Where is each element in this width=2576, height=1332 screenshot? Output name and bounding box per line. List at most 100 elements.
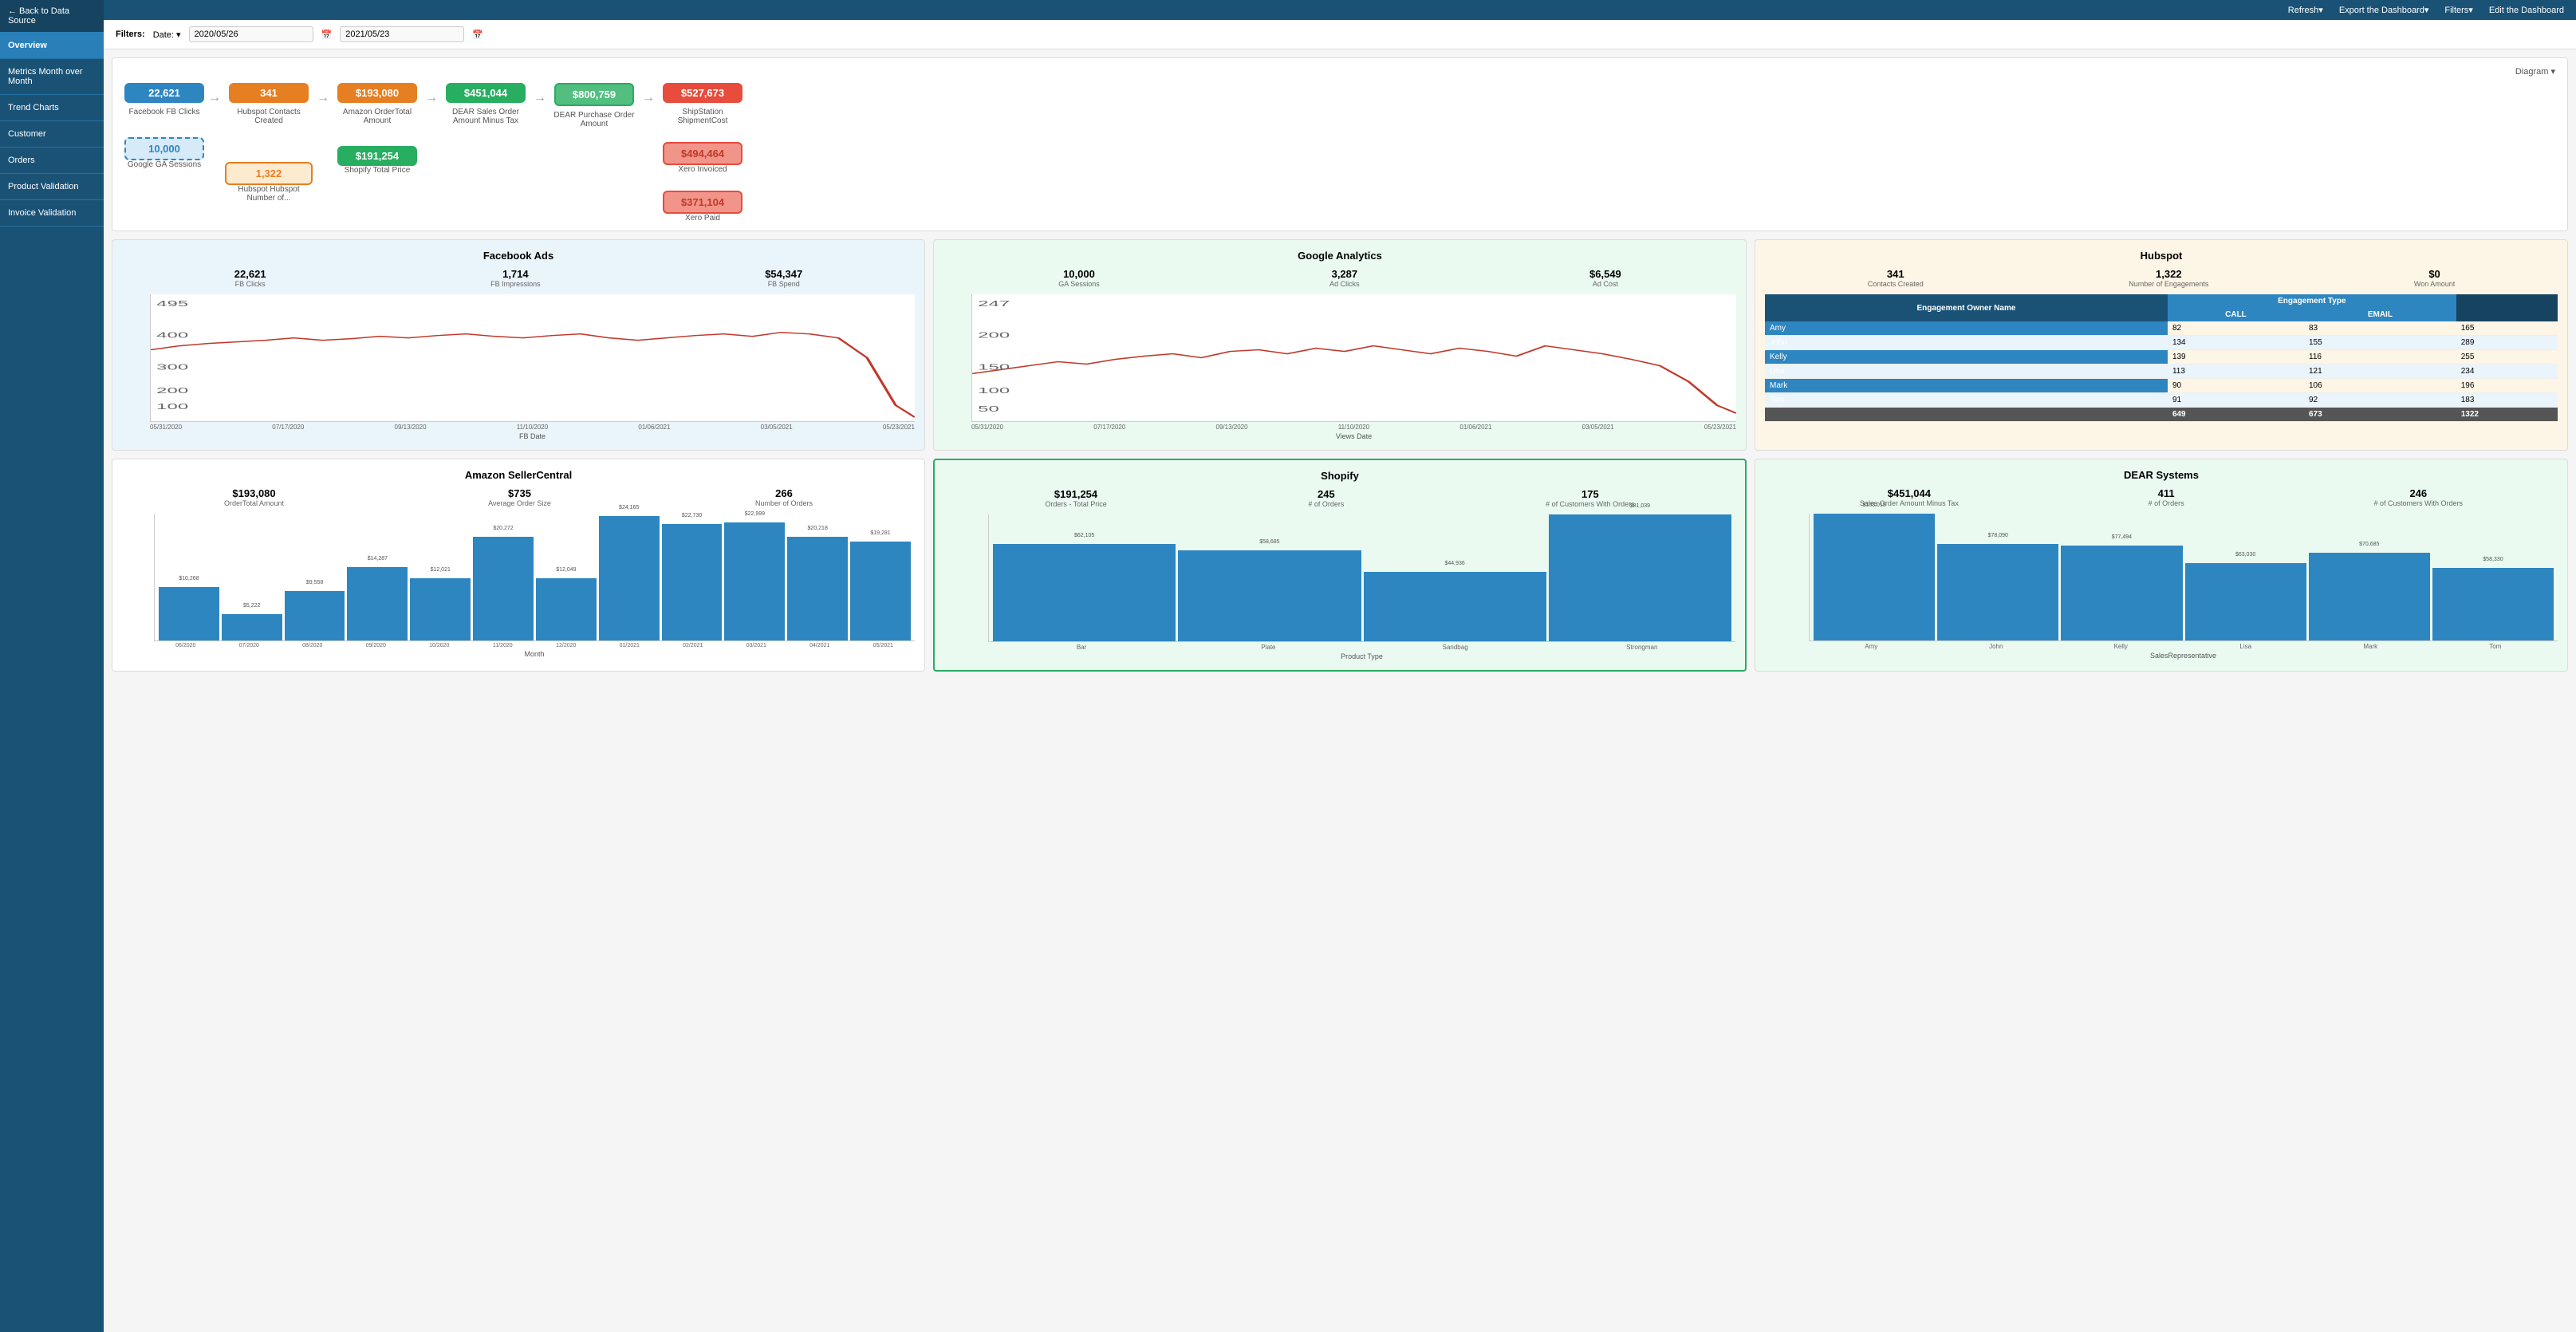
hubspot-title: Hubspot: [1765, 250, 2558, 262]
bar-item: $77,494: [2061, 546, 2182, 640]
shopify-price-metric: $191,254 Orders - Total Price: [1045, 488, 1106, 508]
row-total-tom: 183: [2456, 393, 2558, 408]
bar-item: $24,165: [599, 516, 660, 640]
bar-item: $12,049: [536, 578, 597, 640]
amazon-order-label: OrderTotal Amount: [224, 499, 284, 507]
svg-text:200: 200: [156, 386, 188, 395]
hubspot-chart: Hubspot 341 Contacts Created 1,322 Numbe…: [1755, 239, 2568, 451]
x-tick: 04/2021: [788, 643, 852, 648]
sidebar-item-trend[interactable]: Trend Charts: [0, 95, 104, 121]
calendar-to-icon[interactable]: 📅: [472, 30, 483, 40]
x-tick: Plate: [1175, 644, 1361, 651]
x-tick: 08/2020: [281, 643, 345, 648]
bar-item: $9,558: [285, 591, 345, 640]
diagram-title[interactable]: Diagram ▾: [124, 66, 2555, 77]
fb-x-tick-4: 01/06/2021: [638, 424, 670, 431]
shopify-orders-value: 245: [1308, 488, 1344, 500]
bar-item: $22,999: [724, 522, 785, 640]
flow-col-1: 22,621 Facebook FB Clicks 10,000 Google …: [124, 83, 204, 169]
flow-label-xero-invoiced: Xero Invoiced: [663, 165, 742, 174]
arrow-4: →: [530, 91, 550, 105]
flow-label-xero-paid: Xero Paid: [663, 214, 742, 223]
x-tick: 11/2020: [471, 643, 535, 648]
bar-value-label: $24,165: [619, 505, 639, 510]
x-tick: Bar: [988, 644, 1175, 651]
flow-label-ga-sessions: Google GA Sessions: [124, 160, 204, 169]
flow-box-amazon: $193,080: [337, 83, 417, 103]
date-to-input[interactable]: [340, 26, 464, 42]
bar-item: $20,218: [787, 537, 848, 640]
amazon-chart: Amazon SellerCentral $193,080 OrderTotal…: [112, 459, 925, 672]
amazon-num-label: Number of Orders: [755, 499, 813, 507]
shopify-customers-metric: 175 # of Customers With Orders: [1546, 488, 1635, 508]
x-tick: Tom: [2433, 643, 2558, 650]
export-button[interactable]: Export the Dashboard▾: [2339, 5, 2429, 15]
calendar-from-icon[interactable]: 📅: [321, 30, 333, 40]
table-header-email: EMAIL: [2304, 308, 2456, 321]
bar-item: $19,281: [850, 542, 911, 640]
flow-label-hubspot-contacts: Hubspot Contacts Created: [225, 108, 313, 125]
x-tick: 10/2020: [408, 643, 471, 648]
top-charts-grid: Facebook Ads 22,621 FB Clicks 1,714 FB I…: [112, 239, 2568, 451]
sidebar-item-overview[interactable]: Overview: [0, 33, 104, 59]
sidebar-item-metrics[interactable]: Metrics Month over Month: [0, 59, 104, 95]
bar-value-label: $22,730: [682, 513, 702, 518]
row-call-amy: 82: [2168, 321, 2304, 336]
bar-item: $14,287: [347, 567, 408, 640]
row-email-john: 155: [2304, 336, 2456, 350]
shopify-customers-label: # of Customers With Orders: [1546, 500, 1635, 508]
bar-item: $58,330: [2432, 568, 2554, 640]
amazon-title: Amazon SellerCentral: [122, 469, 915, 481]
x-tick: Sandbag: [1362, 644, 1549, 651]
bar-item: $62,105: [993, 544, 1176, 641]
sidebar-item-product[interactable]: Product Validation: [0, 174, 104, 200]
ad-clicks-label: Ad Clicks: [1329, 280, 1360, 288]
edit-button[interactable]: Edit the Dashboard: [2489, 6, 2564, 15]
bar-item: $20,272: [473, 537, 534, 640]
filters-button[interactable]: Filters▾: [2444, 5, 2472, 15]
svg-text:150: 150: [978, 362, 1010, 371]
fb-impressions-label: FB Impressions: [490, 280, 541, 288]
shopify-price-label: Orders - Total Price: [1045, 500, 1106, 508]
x-tick: Mark: [2308, 643, 2433, 650]
table-row: Kelly 139 116 255: [1765, 350, 2558, 365]
flow-box-ga-sessions: 10,000: [124, 137, 204, 160]
flow-col-6: $527,673 ShipStation ShipmentCost $494,4…: [659, 83, 746, 223]
shopify-x-label: Product Type: [988, 652, 1735, 660]
x-tick: John: [1934, 643, 2059, 650]
bar-value-label: $9,558: [306, 580, 323, 585]
fb-clicks-metric: 22,621 FB Clicks: [234, 268, 266, 288]
ga-x-tick-5: 03/05/2021: [1582, 424, 1614, 431]
engagements-label: Number of Engagements: [2129, 280, 2208, 288]
row-name-kelly: Kelly: [1765, 350, 2168, 365]
facebook-metrics: 22,621 FB Clicks 1,714 FB Impressions $5…: [122, 268, 915, 288]
sidebar-item-customer[interactable]: Customer: [0, 121, 104, 148]
arrow-3: →: [421, 91, 442, 105]
ad-clicks-value: 3,287: [1329, 268, 1360, 280]
bar-value-label: $70,685: [2359, 542, 2379, 547]
flow-box-dear-sales: $451,044: [446, 83, 526, 103]
x-tick: 09/2020: [345, 643, 408, 648]
date-filter-label[interactable]: Date: ▾: [153, 30, 181, 40]
refresh-button[interactable]: Refresh▾: [2288, 5, 2323, 15]
fb-x-tick-1: 07/17/2020: [272, 424, 304, 431]
table-total-row: 649 673 1322: [1765, 408, 2558, 422]
contacts-metric: 341 Contacts Created: [1868, 268, 1924, 288]
bar-value-label: $63,030: [2235, 552, 2255, 558]
x-tick: Amy: [1809, 643, 1934, 650]
dear-customers-label: # of Customers With Orders: [2374, 499, 2464, 507]
dear-bars: $103,015$78,090$77,494$63,030$70,685$58,…: [1809, 514, 2558, 641]
ga-sessions-metric: 10,000 GA Sessions: [1058, 268, 1100, 288]
fb-x-tick-3: 11/10/2020: [517, 424, 548, 431]
topbar: Refresh▾ Export the Dashboard▾ Filters▾ …: [104, 0, 2576, 20]
date-from-input[interactable]: [189, 26, 313, 42]
shopify-x-labels: BarPlateSandbagStrongman: [988, 644, 1735, 651]
dear-orders-label: # of Orders: [2149, 499, 2184, 507]
back-to-data-source[interactable]: ← Back to Data Source: [0, 0, 104, 33]
row-total-lisa: 234: [2456, 365, 2558, 379]
bar-item: $81,039: [1549, 514, 1731, 641]
row-name-john: John: [1765, 336, 2168, 350]
sidebar-item-orders[interactable]: Orders: [0, 148, 104, 174]
sidebar-item-invoice[interactable]: Invoice Validation: [0, 200, 104, 227]
fb-x-tick-6: 05/23/2021: [883, 424, 915, 431]
